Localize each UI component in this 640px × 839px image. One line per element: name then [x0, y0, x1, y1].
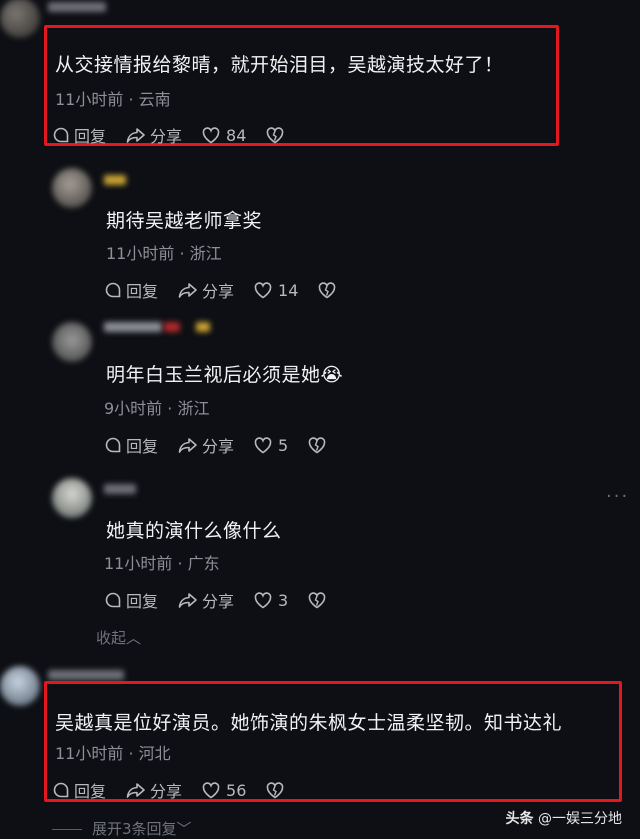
like-button[interactable]: 14 [254, 281, 298, 300]
heart-icon [254, 436, 272, 453]
reply-label: 回复 [126, 592, 159, 611]
comment-text: 从交接情报给黎晴，就开始泪目，吴越演技太好了！ [55, 54, 504, 76]
more-options-icon[interactable]: ··· [606, 486, 629, 507]
like-button[interactable]: 56 [202, 781, 246, 800]
dislike-button[interactable] [266, 781, 288, 799]
like-button[interactable]: 3 [254, 591, 288, 610]
reply-icon [53, 782, 69, 798]
reply-button[interactable]: 回复 [104, 278, 158, 302]
watermark-handle: @一娱三分地 [538, 811, 622, 827]
comment-actions: 回复 分享 56 [52, 778, 308, 802]
share-icon [178, 438, 197, 453]
comment-actions: 回复 分享 84 [52, 123, 308, 147]
reply-label: 回复 [126, 437, 159, 456]
heart-icon [254, 591, 272, 608]
like-button[interactable]: 5 [254, 436, 288, 455]
like-count: 84 [226, 125, 247, 145]
avatar[interactable] [52, 168, 92, 208]
avatar[interactable] [0, 0, 40, 38]
share-label: 分享 [150, 127, 183, 146]
heart-icon [254, 281, 272, 298]
comment-text: 期待吴越老师拿奖 [106, 210, 263, 232]
reply-button[interactable]: 回复 [104, 433, 158, 457]
expand-replies-link[interactable]: 展开3条回复﹀ [52, 818, 192, 839]
comment-meta: 9小时前 · 浙江 [104, 399, 210, 418]
avatar[interactable] [52, 478, 92, 518]
expand-label: 展开3条回复 [92, 820, 177, 838]
share-icon [126, 128, 145, 143]
dislike-button[interactable] [308, 591, 330, 609]
heart-icon [202, 781, 220, 798]
chevron-down-icon: ﹀ [176, 820, 192, 838]
share-label: 分享 [150, 782, 183, 801]
dislike-button[interactable] [318, 281, 340, 299]
comment-meta: 11小时前 · 云南 [55, 90, 171, 109]
username[interactable] [48, 2, 106, 12]
like-count: 3 [278, 590, 289, 610]
share-label: 分享 [202, 437, 235, 456]
reply-button[interactable]: 回复 [52, 123, 106, 147]
comment-text: 明年白玉兰视后必须是她😭 [106, 364, 344, 386]
username[interactable] [48, 670, 124, 680]
heart-icon [202, 126, 220, 143]
collapse-label: 收起 [96, 629, 127, 647]
share-label: 分享 [202, 282, 235, 301]
username[interactable] [104, 322, 162, 332]
collapse-replies-link[interactable]: 收起︿ [96, 627, 141, 648]
comment-actions: 回复 分享 3 [104, 588, 350, 612]
like-count: 56 [226, 780, 247, 800]
reply-icon [105, 437, 121, 453]
dislike-button[interactable] [266, 126, 288, 144]
reply-icon [53, 127, 69, 143]
reply-button[interactable]: 回复 [104, 588, 158, 612]
username[interactable] [104, 175, 126, 185]
share-icon [178, 593, 197, 608]
share-button[interactable]: 分享 [178, 588, 234, 612]
comment-text: 吴越真是位好演员。她饰演的朱枫女士温柔坚韧。知书达礼 [55, 712, 563, 734]
avatar[interactable] [0, 666, 40, 706]
reply-label: 回复 [74, 127, 107, 146]
broken-heart-icon [267, 781, 284, 798]
broken-heart-icon [308, 591, 326, 608]
comment-meta: 11小时前 · 河北 [55, 744, 171, 763]
comment-actions: 回复 分享 14 [104, 278, 360, 302]
comment-actions: 回复 分享 5 [104, 433, 350, 457]
watermark-brand: 头条 [505, 811, 534, 827]
share-button[interactable]: 分享 [178, 278, 234, 302]
username[interactable] [104, 484, 136, 494]
share-button[interactable]: 分享 [178, 433, 234, 457]
divider-line [52, 829, 82, 830]
dislike-button[interactable] [308, 436, 330, 454]
like-count: 14 [278, 280, 299, 300]
comment-text: 她真的演什么像什么 [106, 520, 282, 542]
broken-heart-icon [319, 281, 336, 298]
share-label: 分享 [202, 592, 235, 611]
share-button[interactable]: 分享 [126, 123, 182, 147]
broken-heart-icon [308, 436, 326, 453]
reply-icon [105, 592, 121, 608]
avatar[interactable] [52, 322, 92, 362]
reply-label: 回复 [126, 282, 159, 301]
like-count: 5 [278, 435, 289, 455]
reply-label: 回复 [74, 782, 107, 801]
share-icon [178, 283, 197, 298]
watermark: 头条 @一娱三分地 [506, 808, 622, 828]
badge [164, 322, 180, 332]
chevron-up-icon: ︿ [126, 629, 142, 647]
reply-icon [105, 282, 121, 298]
badge [196, 322, 210, 332]
like-button[interactable]: 84 [202, 126, 246, 145]
comment-meta: 11小时前 · 浙江 [106, 244, 222, 263]
reply-button[interactable]: 回复 [52, 778, 106, 802]
share-button[interactable]: 分享 [126, 778, 182, 802]
broken-heart-icon [267, 126, 284, 143]
share-icon [126, 783, 145, 798]
comment-meta: 11小时前 · 广东 [104, 554, 220, 573]
